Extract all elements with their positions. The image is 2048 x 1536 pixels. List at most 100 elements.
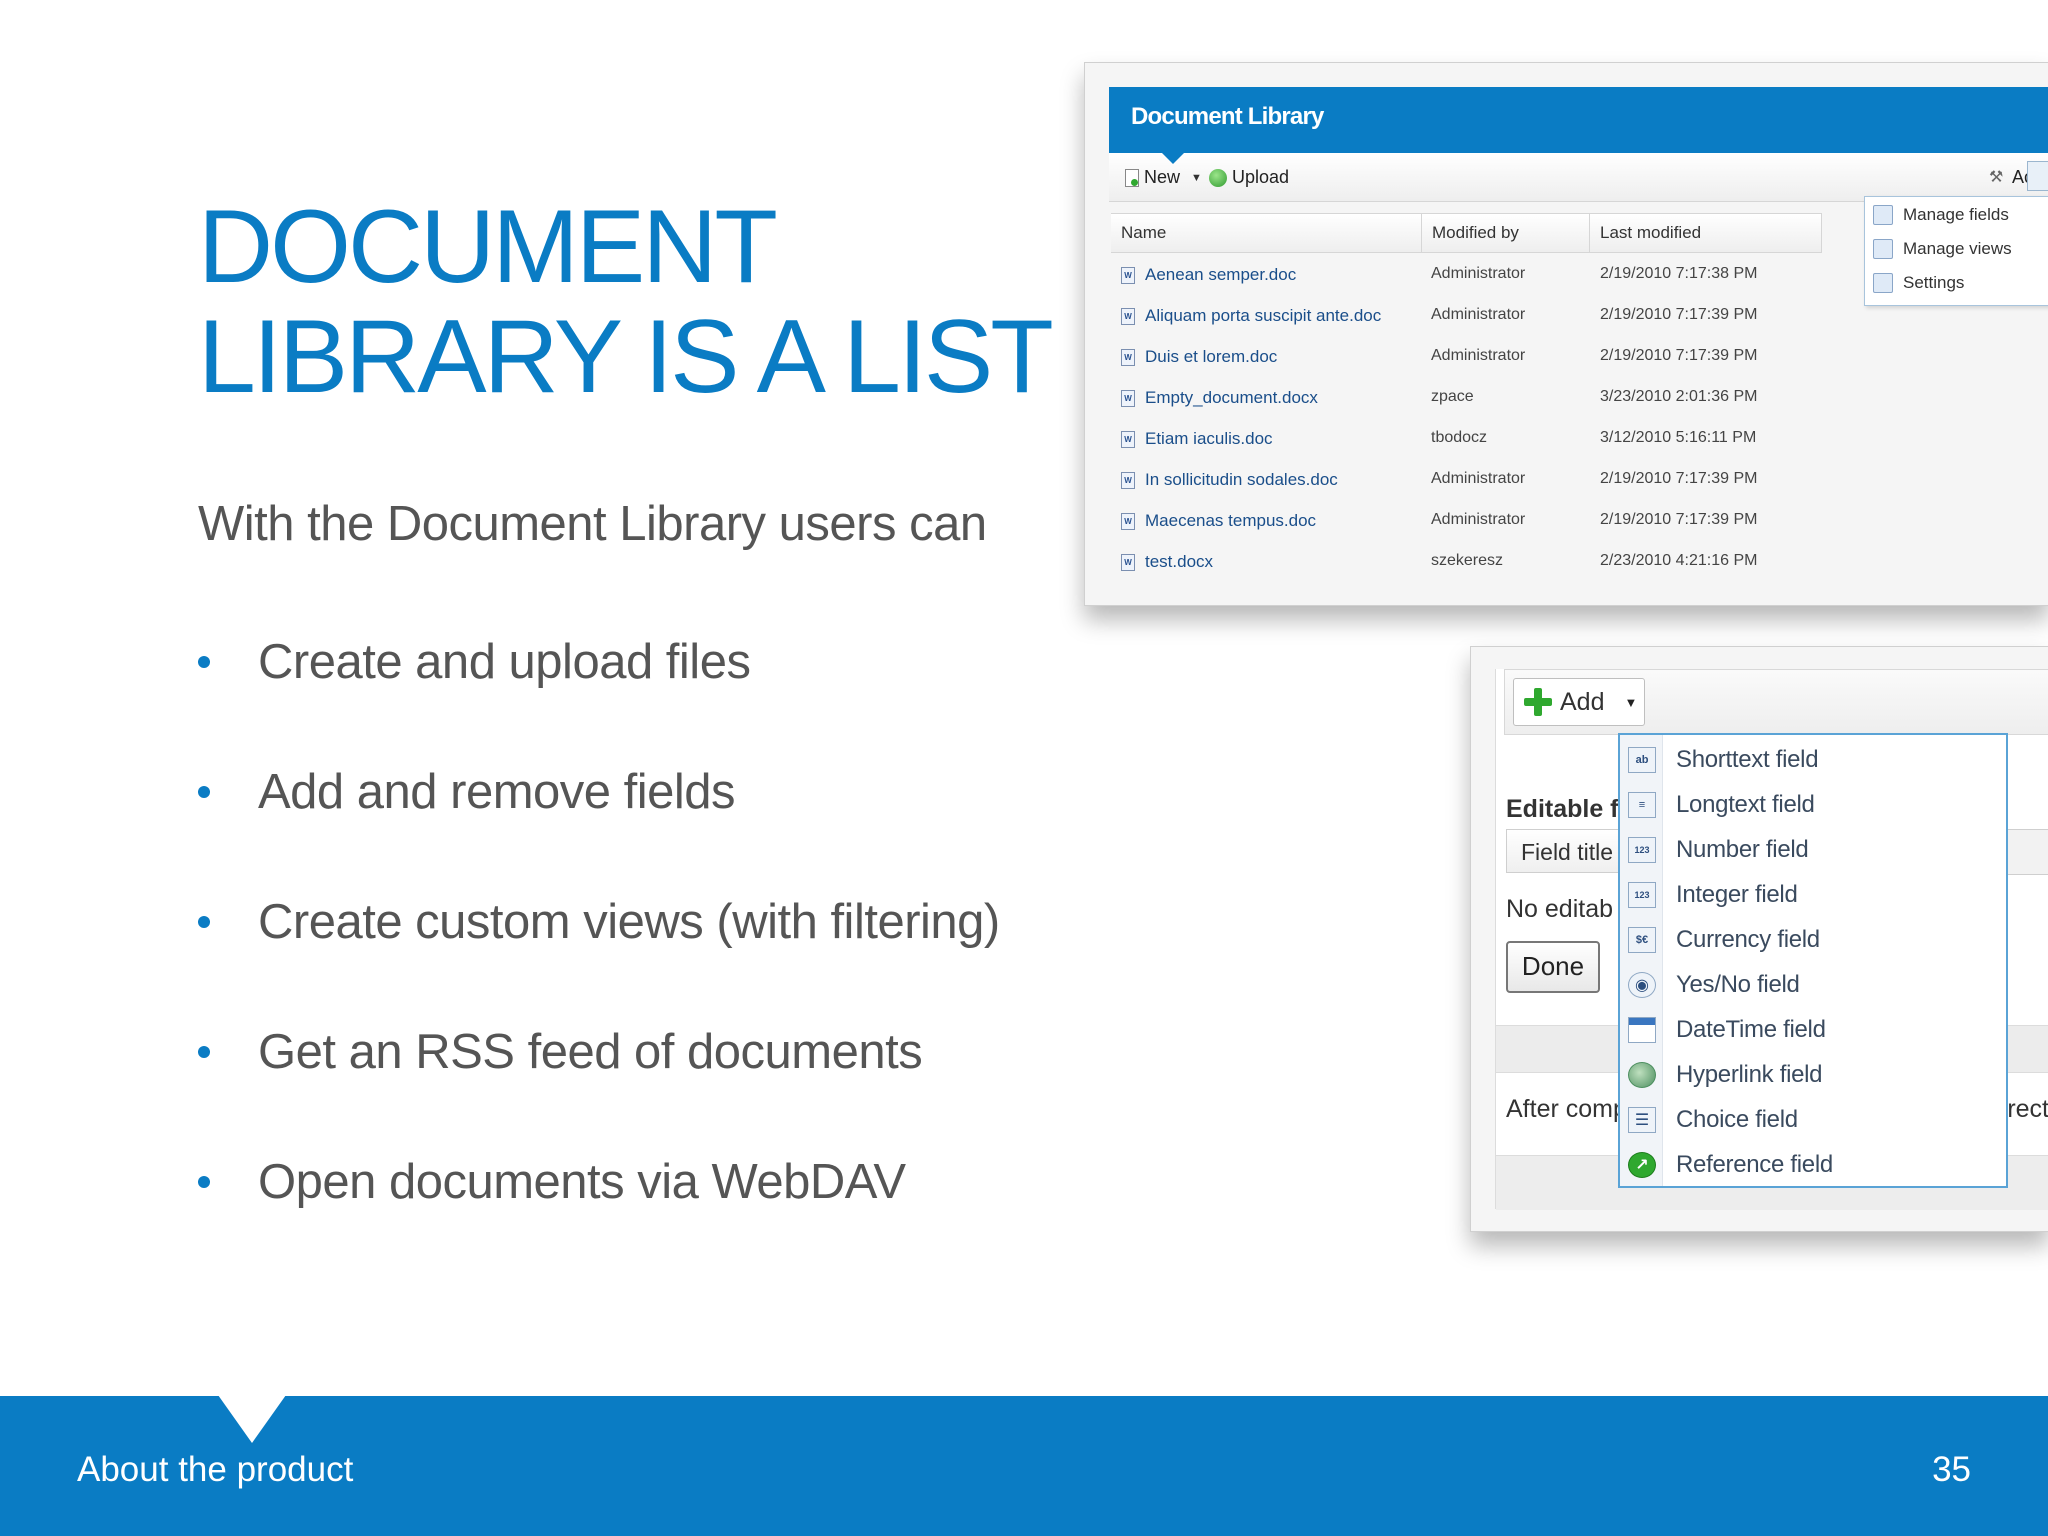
document-library-title: Document Library	[1131, 103, 1324, 130]
done-button[interactable]: Done	[1506, 941, 1600, 993]
document-name-link[interactable]: Duis et lorem.doc	[1145, 347, 1277, 367]
longtext-icon: ≡	[1628, 791, 1656, 818]
footer-notch	[218, 1395, 286, 1443]
modified-by-cell: Administrator	[1431, 347, 1526, 364]
reference-arrow-icon: ↗	[1628, 1151, 1656, 1178]
menu-item-reference-field[interactable]: ↗ Reference field	[1620, 1142, 2006, 1187]
menu-item-label: Longtext field	[1676, 790, 1815, 818]
last-modified-cell: 2/23/2010 4:21:16 PM	[1600, 552, 1758, 569]
last-modified-cell: 3/23/2010 2:01:36 PM	[1600, 388, 1758, 405]
table-row[interactable]: W Duis et lorem.doc Administrator 2/19/20…	[1111, 337, 2048, 378]
settings-icon	[1873, 273, 1893, 293]
column-header-name[interactable]: Name	[1111, 214, 1422, 252]
menu-item-label: Manage fields	[1903, 205, 2009, 224]
grid-header-row: Name Modified by Last modified	[1111, 213, 1822, 253]
upload-button[interactable]: Upload	[1209, 167, 1289, 188]
choice-list-icon: ☰	[1628, 1106, 1656, 1133]
menu-item-label: Yes/No field	[1676, 970, 1800, 998]
document-name-link[interactable]: Empty_document.docx	[1145, 388, 1318, 408]
document-name-link[interactable]: Aliquam porta suscipit ante.doc	[1145, 306, 1381, 326]
word-document-icon: W	[1121, 512, 1135, 530]
bullet-item: Open documents via WebDAV	[198, 1150, 1000, 1280]
document-name-link[interactable]: Etiam iaculis.doc	[1145, 429, 1273, 449]
document-library-toolbar: New ▼ Upload ⚒ Actions ▼	[1109, 153, 2048, 202]
new-button[interactable]: New ▼	[1125, 167, 1202, 188]
last-modified-cell: 2/19/2010 7:17:39 PM	[1600, 470, 1758, 487]
last-modified-cell: 2/19/2010 7:17:39 PM	[1600, 511, 1758, 528]
intro-text: With the Document Library users can	[198, 497, 987, 551]
document-name-link[interactable]: Aenean semper.doc	[1145, 265, 1296, 285]
table-row[interactable]: W In sollicitudin sodales.doc Administrat…	[1111, 460, 2048, 501]
last-modified-cell: 3/12/2010 5:16:11 PM	[1600, 429, 1757, 446]
menu-item-currency-field[interactable]: $€ Currency field	[1620, 917, 2006, 962]
add-field-button[interactable]: Add ▼	[1513, 678, 1645, 726]
manage-views-icon	[1873, 239, 1893, 259]
no-editable-fields-text: No editab	[1506, 895, 1614, 923]
menu-item-integer-field[interactable]: 123 Integer field	[1620, 872, 2006, 917]
document-name-link[interactable]: In sollicitudin sodales.doc	[1145, 470, 1338, 490]
menu-item-hyperlink-field[interactable]: Hyperlink field	[1620, 1052, 2006, 1097]
column-header-field-title[interactable]: Field title	[1506, 829, 1626, 873]
yes-no-radio-icon: ◉	[1628, 971, 1656, 998]
last-modified-cell: 2/19/2010 7:17:38 PM	[1600, 265, 1758, 282]
modified-by-cell: tbodocz	[1431, 429, 1488, 446]
document-name-link[interactable]: test.docx	[1145, 552, 1213, 572]
footer-section-label: About the product	[77, 1450, 354, 1489]
view-toggle-icon[interactable]	[2027, 161, 2048, 191]
number-icon: 123	[1628, 836, 1656, 863]
page-number: 35	[1932, 1450, 1971, 1489]
chevron-down-icon: ▼	[1191, 171, 1202, 184]
menu-item-choice-field[interactable]: ☰ Choice field	[1620, 1097, 2006, 1142]
menu-item-number-field[interactable]: 123 Number field	[1620, 827, 2006, 872]
table-row[interactable]: W Etiam iaculis.doc tbodocz 3/12/2010 5:1…	[1111, 419, 2048, 460]
column-header-modified-by[interactable]: Modified by	[1422, 214, 1590, 252]
menu-item-manage-fields[interactable]: Manage fields	[1873, 201, 2009, 229]
menu-item-manage-views[interactable]: Manage views	[1873, 235, 2012, 263]
tools-icon: ⚒	[1989, 168, 2004, 186]
column-header-last-modified[interactable]: Last modified	[1590, 214, 1822, 252]
truncated-text: rect	[2007, 1095, 2048, 1123]
new-button-label: New	[1144, 167, 1181, 187]
menu-item-yes-no-field[interactable]: ◉ Yes/No field	[1620, 962, 2006, 1007]
document-library-header: Document Library	[1109, 87, 2048, 153]
add-button-label: Add	[1560, 687, 1605, 716]
shorttext-icon: ab	[1628, 746, 1656, 773]
modified-by-cell: zpace	[1431, 388, 1474, 405]
table-row[interactable]: W Maecenas tempus.doc Administrator 2/19/…	[1111, 501, 2048, 542]
header-pointer-triangle	[1160, 151, 1186, 164]
menu-item-label: Manage views	[1903, 239, 2012, 258]
menu-item-longtext-field[interactable]: ≡ Longtext field	[1620, 782, 2006, 827]
table-row[interactable]: Wtest.docx szekeresz 2/23/2010 4:21:16 P…	[1111, 542, 2048, 583]
last-modified-cell: 2/19/2010 7:17:39 PM	[1600, 306, 1758, 323]
modified-by-cell: Administrator	[1431, 306, 1526, 323]
bullet-item: Add and remove fields	[198, 760, 1000, 890]
menu-item-label: Reference field	[1676, 1150, 1833, 1178]
modified-by-cell: Administrator	[1431, 265, 1526, 282]
integer-icon: 123	[1628, 881, 1656, 908]
document-name-link[interactable]: Maecenas tempus.doc	[1145, 511, 1316, 531]
new-document-icon	[1125, 168, 1139, 187]
hyperlink-globe-icon	[1628, 1061, 1656, 1088]
menu-item-shorttext-field[interactable]: ab Shorttext field	[1620, 737, 2006, 782]
word-document-icon: W	[1121, 471, 1135, 489]
menu-item-datetime-field[interactable]: DateTime field	[1620, 1007, 2006, 1052]
table-row[interactable]: W Empty_document.docx zpace 3/23/2010 2:0…	[1111, 378, 2048, 419]
menu-item-settings[interactable]: Settings	[1873, 269, 1964, 297]
field-editor-toolbar: Add ▼	[1504, 669, 2048, 735]
modified-by-cell: szekeresz	[1431, 552, 1504, 569]
currency-icon: $€	[1628, 926, 1656, 953]
menu-item-label: Number field	[1676, 835, 1809, 863]
upload-button-label: Upload	[1232, 167, 1290, 187]
bullet-item: Create and upload files	[198, 630, 1000, 760]
menu-item-label: Shorttext field	[1676, 745, 1819, 773]
modified-by-cell: Administrator	[1431, 470, 1526, 487]
menu-item-label: Choice field	[1676, 1105, 1798, 1133]
word-document-icon: W	[1121, 307, 1135, 325]
plus-icon	[1524, 688, 1552, 716]
field-type-dropdown-menu: ab Shorttext field ≡ Longtext field 123 …	[1618, 733, 2008, 1188]
modified-by-cell: Administrator	[1431, 511, 1526, 528]
after-completion-text: After comp	[1506, 1095, 1627, 1123]
word-document-icon: W	[1121, 553, 1135, 571]
menu-item-label: Hyperlink field	[1676, 1060, 1823, 1088]
feature-bullet-list: Create and upload files Add and remove f…	[198, 630, 1000, 1280]
